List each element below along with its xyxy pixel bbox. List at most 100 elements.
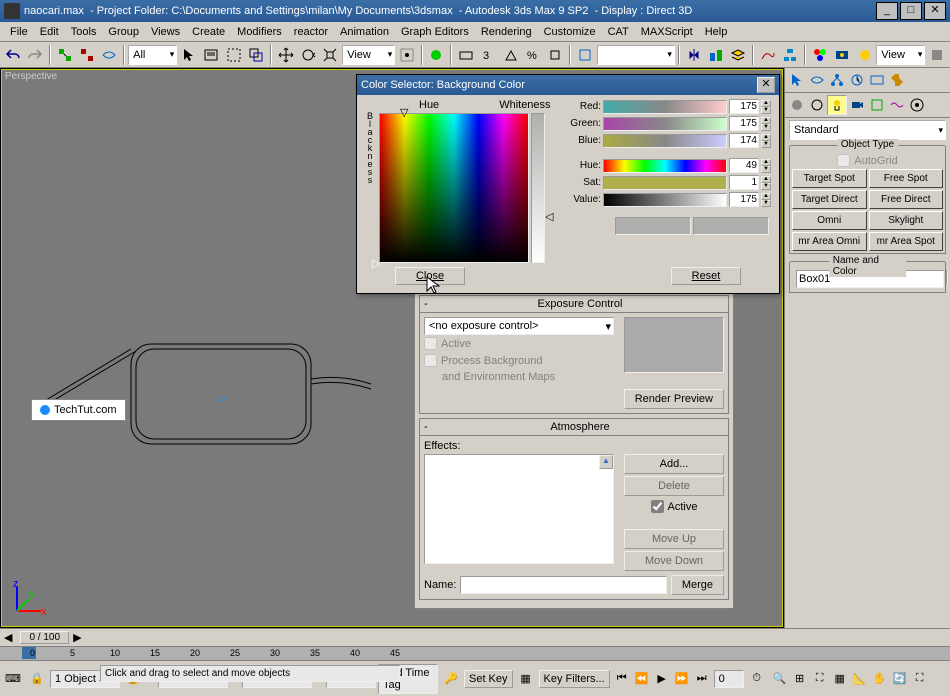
menu-modifiers[interactable]: Modifiers — [231, 24, 288, 40]
blue-input[interactable] — [729, 133, 759, 148]
move-button[interactable] — [275, 44, 296, 66]
display-tab[interactable] — [867, 70, 887, 90]
exposure-header[interactable]: - Exposure Control — [420, 296, 728, 313]
lights-subtab[interactable] — [827, 95, 847, 115]
quick-render-button[interactable] — [854, 44, 875, 66]
maximize-viewport-button[interactable]: ⛶ — [910, 669, 930, 689]
rotate-button[interactable] — [297, 44, 318, 66]
select-by-name-button[interactable] — [201, 44, 222, 66]
menu-maxscript[interactable]: MAXScript — [635, 24, 699, 40]
green-slider[interactable] — [603, 117, 727, 131]
time-slider[interactable]: 0 / 100 — [20, 631, 69, 644]
dialog-close-x[interactable]: ✕ — [757, 77, 775, 93]
menu-create[interactable]: Create — [186, 24, 231, 40]
green-spinner[interactable]: ▲▼ — [761, 117, 771, 131]
old-color-swatch[interactable] — [615, 217, 691, 235]
render-type-dropdown[interactable]: View — [876, 45, 925, 65]
omni-button[interactable]: Omni — [792, 211, 867, 230]
select-region-button[interactable] — [223, 44, 244, 66]
select-button[interactable] — [178, 44, 199, 66]
zoom-all-button[interactable]: ⊞ — [790, 669, 810, 689]
menu-cat[interactable]: CAT — [602, 24, 635, 40]
menu-rendering[interactable]: Rendering — [475, 24, 538, 40]
pivot-button[interactable] — [396, 44, 417, 66]
whiteness-slider[interactable] — [531, 113, 545, 263]
sat-spinner[interactable]: ▲▼ — [761, 176, 771, 190]
maximize-button[interactable]: □ — [900, 2, 922, 20]
atmosphere-header[interactable]: - Atmosphere — [420, 419, 728, 436]
percent-snap-button[interactable]: % — [522, 44, 543, 66]
ref-coord-dropdown[interactable]: View — [342, 45, 395, 65]
current-frame-input[interactable] — [714, 670, 744, 688]
snap-toggle-button[interactable]: 3 — [478, 44, 499, 66]
lock-button[interactable]: 🔒 — [26, 668, 48, 690]
frame-back-button[interactable]: ◀ — [0, 631, 16, 644]
shapes-subtab[interactable] — [807, 95, 827, 115]
align-button[interactable] — [705, 44, 726, 66]
effect-name-input[interactable] — [460, 576, 666, 594]
zoom-extents-button[interactable]: ⛶ — [810, 669, 830, 689]
dialog-titlebar[interactable]: Color Selector: Background Color ✕ — [357, 75, 779, 95]
undo-button[interactable] — [2, 44, 23, 66]
zoom-extents-all-button[interactable]: ▦ — [830, 669, 850, 689]
red-slider[interactable] — [603, 100, 727, 114]
selection-filter-dropdown[interactable]: All — [128, 45, 177, 65]
spacewarps-subtab[interactable] — [887, 95, 907, 115]
blue-slider[interactable] — [603, 134, 727, 148]
pan-button[interactable]: ✋ — [870, 669, 890, 689]
target-direct-button[interactable]: Target Direct — [792, 190, 867, 209]
key-filters-button[interactable]: Key Filters... — [539, 670, 610, 688]
orbit-button[interactable]: 🔄 — [890, 669, 910, 689]
layer-button[interactable] — [728, 44, 749, 66]
cameras-subtab[interactable] — [847, 95, 867, 115]
motion-tab[interactable] — [847, 70, 867, 90]
blue-spinner[interactable]: ▲▼ — [761, 134, 771, 148]
value-slider[interactable] — [603, 193, 727, 207]
goto-start-button[interactable]: ⏮ — [612, 669, 632, 689]
menu-reactor[interactable]: reactor — [288, 24, 334, 40]
script-button[interactable]: ⌨ — [2, 668, 24, 690]
play-button[interactable]: ▶ — [652, 669, 672, 689]
category-dropdown[interactable]: Standard — [789, 120, 946, 140]
keyfilter-icon[interactable]: ▦ — [515, 668, 537, 690]
autogrid-check[interactable]: AutoGrid — [792, 152, 943, 169]
menu-views[interactable]: Views — [145, 24, 186, 40]
red-spinner[interactable]: ▲▼ — [761, 100, 771, 114]
set-key-button[interactable]: Set Key — [464, 670, 513, 688]
scroll-up-icon[interactable]: ▲ — [599, 455, 613, 469]
delete-effect-button[interactable]: Delete — [624, 476, 724, 496]
zoom-button[interactable]: 🔍 — [770, 669, 790, 689]
menu-tools[interactable]: Tools — [65, 24, 103, 40]
next-frame-button[interactable]: ⏩ — [672, 669, 692, 689]
utilities-tab[interactable] — [887, 70, 907, 90]
mirror-button[interactable] — [683, 44, 704, 66]
systems-subtab[interactable] — [907, 95, 927, 115]
prev-frame-button[interactable]: ⏪ — [632, 669, 652, 689]
manipulate-button[interactable] — [426, 44, 447, 66]
free-direct-button[interactable]: Free Direct — [869, 190, 944, 209]
frame-fwd-button[interactable]: ▶ — [69, 631, 85, 644]
window-crossing-button[interactable] — [246, 44, 267, 66]
angle-snap-button[interactable] — [500, 44, 521, 66]
moveup-button[interactable]: Move Up — [624, 529, 724, 549]
render-last-button[interactable] — [926, 44, 947, 66]
menu-help[interactable]: Help — [699, 24, 734, 40]
geometry-subtab[interactable] — [787, 95, 807, 115]
sat-input[interactable] — [729, 175, 759, 190]
green-input[interactable] — [729, 116, 759, 131]
sat-slider[interactable] — [603, 176, 727, 190]
hue-input[interactable] — [729, 158, 759, 173]
redo-button[interactable] — [24, 44, 45, 66]
fov-button[interactable]: 📐 — [850, 669, 870, 689]
new-color-swatch[interactable] — [693, 217, 769, 235]
menu-animation[interactable]: Animation — [334, 24, 395, 40]
effects-list[interactable]: ▲ — [424, 454, 614, 564]
red-input[interactable] — [729, 99, 759, 114]
menu-grapheditors[interactable]: Graph Editors — [395, 24, 475, 40]
mr-area-omni-button[interactable]: mr Area Omni — [792, 232, 867, 251]
curve-editor-button[interactable] — [757, 44, 778, 66]
time-config-button[interactable]: ⏱ — [746, 668, 768, 690]
hue-spinner[interactable]: ▲▼ — [761, 159, 771, 173]
scale-button[interactable] — [320, 44, 341, 66]
helpers-subtab[interactable] — [867, 95, 887, 115]
